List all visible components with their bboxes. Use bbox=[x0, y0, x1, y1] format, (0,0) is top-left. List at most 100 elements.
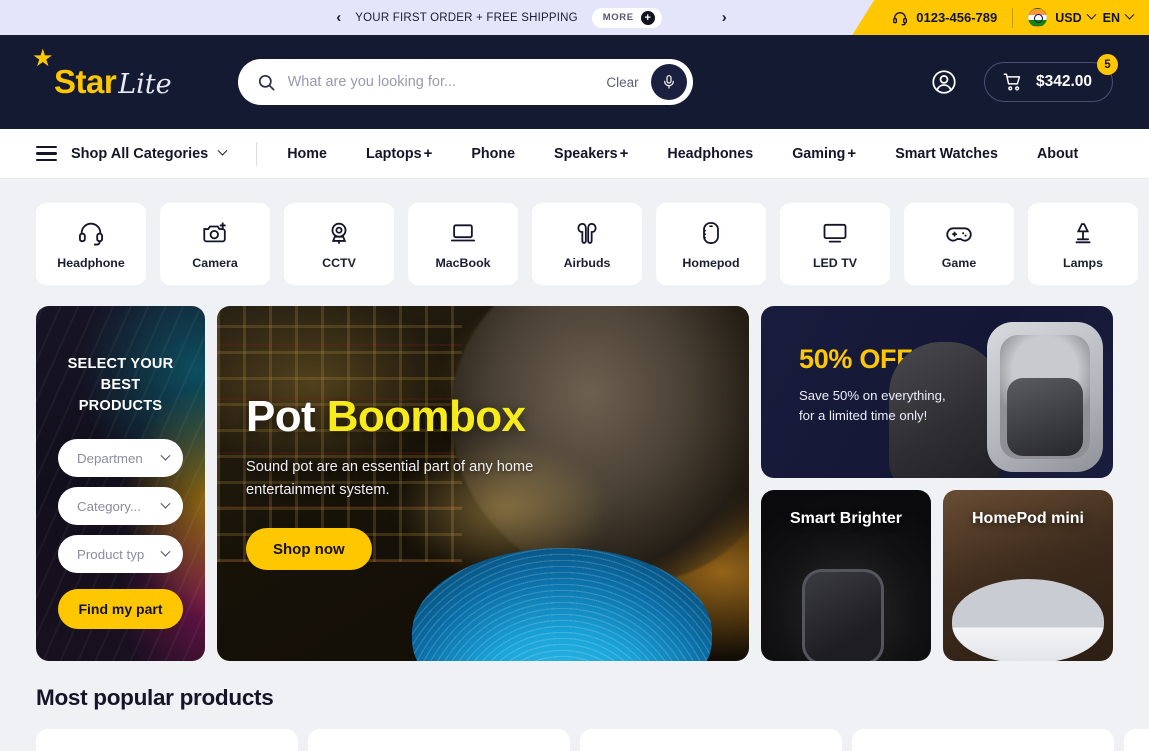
product-finder-title-line2: BEST PRODUCTS bbox=[78, 377, 163, 414]
nav-divider bbox=[256, 141, 258, 166]
nav-link-label: Speakers bbox=[554, 145, 618, 162]
find-my-part-button[interactable]: Find my part bbox=[58, 589, 183, 629]
category-tile-camera[interactable]: Camera bbox=[160, 203, 270, 285]
hero-banner[interactable]: Pot Boombox Sound pot are an essential p… bbox=[217, 306, 749, 661]
category-tile-macbook[interactable]: MacBook bbox=[408, 203, 518, 285]
shop-all-categories-button[interactable]: Shop All Categories bbox=[71, 145, 228, 162]
shopping-cart-icon bbox=[1003, 73, 1021, 91]
search-bar: Clear bbox=[237, 59, 693, 105]
product-card[interactable] bbox=[852, 729, 1114, 751]
chevron-down-icon bbox=[217, 145, 228, 156]
announcement-bar: ‹ YOUR FIRST ORDER + FREE SHIPPING MORE … bbox=[0, 0, 1149, 35]
announcement-more-label: MORE bbox=[602, 12, 634, 23]
hero-title-primary: Pot bbox=[246, 392, 316, 441]
hero-subtitle: Sound pot are an essential part of any h… bbox=[246, 459, 534, 499]
nav-link-laptops[interactable]: Laptops + bbox=[366, 145, 432, 162]
user-account-icon bbox=[932, 70, 956, 94]
smart-watch-promo-card[interactable]: Smart Brighter bbox=[761, 490, 931, 661]
homepod-promo-label: HomePod mini bbox=[971, 510, 1084, 527]
product-card[interactable] bbox=[308, 729, 570, 751]
category-tile-led-tv[interactable]: LED TV bbox=[780, 203, 890, 285]
homepod-promo-card[interactable]: HomePod mini bbox=[943, 490, 1113, 661]
category-tile-label: Headphone bbox=[57, 255, 125, 270]
search-icon[interactable] bbox=[257, 73, 276, 92]
category-tile-game[interactable]: Game bbox=[904, 203, 1014, 285]
nav-link-headphones[interactable]: Headphones bbox=[667, 146, 753, 162]
category-tile-cctv[interactable]: CCTV bbox=[284, 203, 394, 285]
nav-link-label: Gaming bbox=[792, 145, 846, 162]
burger-line bbox=[36, 152, 57, 155]
product-card[interactable] bbox=[1124, 729, 1149, 751]
support-phone[interactable]: 0123-456-789 bbox=[892, 10, 997, 26]
support-phone-number: 0123-456-789 bbox=[916, 10, 998, 25]
cart-button[interactable]: $342.00 5 bbox=[983, 54, 1118, 102]
category-tile-airbuds[interactable]: Airbuds bbox=[532, 203, 642, 285]
announcement-text: YOUR FIRST ORDER + FREE SHIPPING bbox=[355, 11, 578, 24]
announcement-more-button[interactable]: MORE + bbox=[591, 7, 662, 28]
search-input[interactable] bbox=[287, 74, 595, 90]
category-tile-lamps[interactable]: Lamps bbox=[1028, 203, 1138, 285]
product-type-select[interactable]: Product typ bbox=[58, 535, 183, 573]
product-card[interactable] bbox=[580, 729, 842, 751]
announcement-prev-icon[interactable]: ‹ bbox=[322, 10, 355, 25]
nav-expand-plus-icon: + bbox=[847, 145, 857, 162]
hero-title: Pot Boombox bbox=[246, 392, 586, 441]
language-value: EN bbox=[1102, 10, 1120, 25]
nav-link-speakers[interactable]: Speakers + bbox=[554, 145, 628, 162]
hamburger-menu-icon[interactable] bbox=[36, 145, 57, 162]
language-selector[interactable]: EN bbox=[1102, 9, 1135, 25]
site-logo[interactable]: ★ Star Lite bbox=[32, 47, 172, 101]
chevron-down-icon bbox=[160, 450, 171, 461]
gamepad-icon bbox=[946, 226, 972, 242]
category-tile-headphone[interactable]: Headphone bbox=[36, 203, 146, 285]
nav-expand-plus-icon: + bbox=[423, 145, 433, 162]
product-card[interactable] bbox=[36, 729, 298, 751]
category-select[interactable]: Category... bbox=[58, 487, 183, 525]
currency-selector[interactable]: USD bbox=[1055, 9, 1097, 25]
announcement-utility-group: 0123-456-789 USD EN bbox=[852, 0, 1149, 35]
nav-link-smart-watches[interactable]: Smart Watches bbox=[895, 146, 998, 162]
nav-link-home[interactable]: Home bbox=[287, 146, 327, 162]
burger-line bbox=[36, 158, 57, 162]
promo-headphone-case-image bbox=[987, 322, 1103, 472]
homepod-icon bbox=[703, 221, 719, 244]
laptop-icon bbox=[450, 223, 476, 241]
category-tile-homepod[interactable]: Homepod bbox=[656, 203, 766, 285]
main-navigation: Shop All Categories Home Laptops + Phone Spe… bbox=[0, 129, 1149, 179]
header-actions: $342.00 5 bbox=[930, 54, 1118, 102]
product-finder-title-line1: SELECT YOUR bbox=[67, 356, 174, 372]
currency-value: USD bbox=[1055, 10, 1082, 25]
promo-column: 50% OFF Save 50% on everything, for a li… bbox=[761, 306, 1113, 661]
nav-link-label: About bbox=[1036, 145, 1079, 162]
category-tile-label: Homepod bbox=[682, 255, 740, 270]
account-button[interactable] bbox=[930, 68, 958, 96]
nav-link-about[interactable]: About bbox=[1037, 146, 1078, 162]
discount-promo-line1: Save 50% on everything, bbox=[799, 388, 946, 403]
discount-promo-card[interactable]: 50% OFF Save 50% on everything, for a li… bbox=[761, 306, 1113, 478]
category-tile-label: Airbuds bbox=[563, 255, 611, 270]
department-select[interactable]: Departmen bbox=[58, 439, 183, 477]
category-tile-label: LED TV bbox=[812, 255, 858, 270]
hero-title-accent: Boombox bbox=[326, 392, 526, 441]
shop-all-categories-label: Shop All Categories bbox=[71, 145, 209, 162]
plus-icon: + bbox=[640, 10, 655, 25]
cart-item-count-badge: 5 bbox=[1097, 54, 1118, 75]
chevron-down-icon bbox=[160, 546, 171, 557]
voice-search-button[interactable] bbox=[650, 64, 687, 100]
discount-promo-subtitle: Save 50% on everything, for a limited ti… bbox=[799, 386, 979, 426]
nav-link-label: Phone bbox=[471, 145, 516, 162]
category-tile-label: Camera bbox=[192, 255, 238, 270]
nav-expand-plus-icon: + bbox=[619, 145, 629, 162]
nav-link-phone[interactable]: Phone bbox=[471, 146, 515, 162]
utility-divider bbox=[1012, 7, 1014, 28]
most-popular-heading: Most popular products bbox=[36, 685, 274, 710]
search-clear-button[interactable]: Clear bbox=[594, 75, 650, 90]
hero-shop-now-button[interactable]: Shop now bbox=[246, 528, 372, 571]
nav-link-list: Home Laptops + Phone Speakers + Headphones Gami… bbox=[287, 145, 1078, 162]
india-flag-icon bbox=[1028, 8, 1048, 27]
site-header: ★ Star Lite Clear bbox=[0, 35, 1149, 129]
hero-content: Pot Boombox Sound pot are an essential p… bbox=[246, 392, 586, 571]
nav-link-gaming[interactable]: Gaming + bbox=[792, 145, 856, 162]
announcement-next-icon[interactable]: › bbox=[708, 10, 741, 25]
product-finder-title: SELECT YOUR BEST PRODUCTS bbox=[58, 354, 183, 417]
